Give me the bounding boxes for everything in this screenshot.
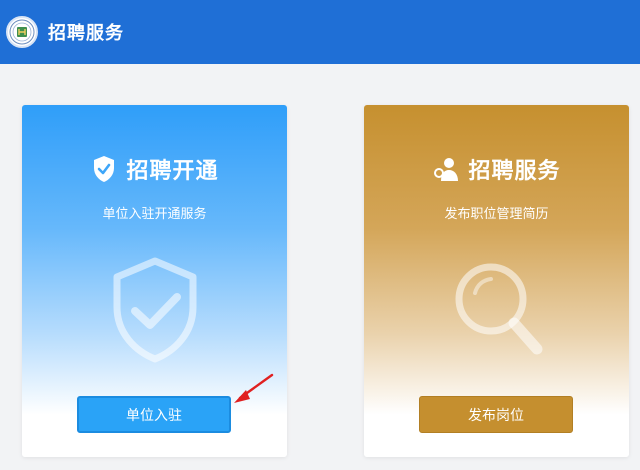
card-title: 招聘服务 <box>468 159 561 184</box>
university-emblem-icon <box>6 16 38 48</box>
card-subtitle: 单位入驻开通服务 <box>102 207 207 222</box>
post-job-button[interactable]: 发布岗位 <box>419 396 573 433</box>
app-title: 招聘服务 <box>48 23 124 44</box>
shield-check-icon <box>90 155 118 183</box>
card-subtitle: 发布职位管理简历 <box>444 207 549 222</box>
join-as-employer-button[interactable]: 单位入驻 <box>77 396 231 433</box>
user-search-icon <box>432 155 460 183</box>
red-arrow-icon <box>228 372 276 408</box>
card-title: 招聘开通 <box>126 159 219 184</box>
top-bar: 招聘服务 <box>0 0 640 64</box>
card-header: 招聘服务 <box>364 153 629 185</box>
shield-check-icon <box>105 255 205 365</box>
magnifier-icon <box>447 255 547 365</box>
recruitment-service-card: 招聘服务 发布职位管理简历 发布岗位 <box>364 105 629 457</box>
card-header: 招聘开通 <box>22 153 287 185</box>
